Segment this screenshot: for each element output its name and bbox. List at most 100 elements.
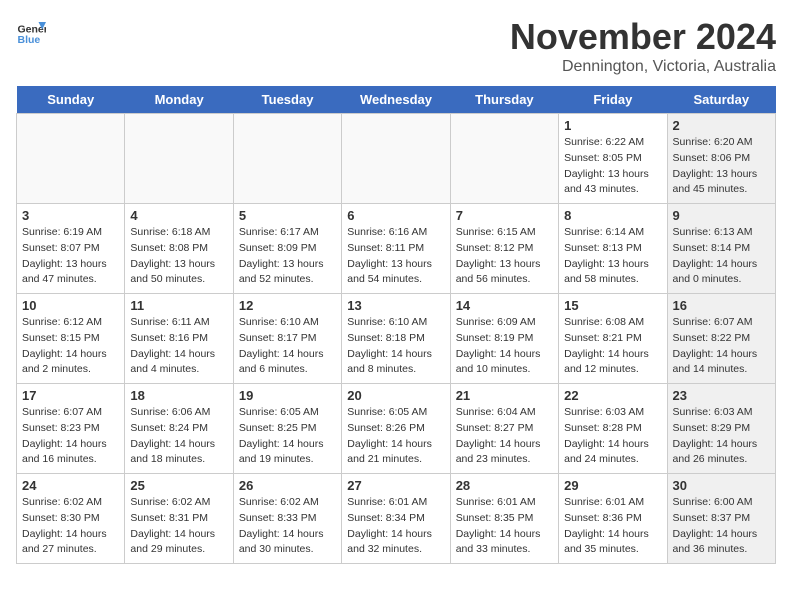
day-number: 13 [347, 298, 444, 313]
calendar-cell: 25 Sunrise: 6:02 AM Sunset: 8:31 PM Dayli… [125, 474, 233, 564]
calendar-table: SundayMondayTuesdayWednesdayThursdayFrid… [16, 86, 776, 564]
calendar-cell: 26Sunrise: 6:02 AM Sunset: 8:33 PM Dayli… [233, 474, 341, 564]
day-number: 8 [564, 208, 661, 223]
weekday-sunday: Sunday [17, 86, 125, 114]
day-number: 10 [22, 298, 119, 313]
day-number: 27 [347, 478, 444, 493]
day-number: 3 [22, 208, 119, 223]
day-info: Sunrise: 6:09 AM Sunset: 8:19 PM Dayligh… [456, 315, 553, 378]
day-info: Sunrise: 6:08 AM Sunset: 8:21 PM Dayligh… [564, 315, 661, 378]
calendar-cell [450, 114, 558, 204]
day-info: Sunrise: 6:02 AM Sunset: 8:33 PM Dayligh… [239, 495, 336, 558]
day-info: Sunrise: 6:14 AM Sunset: 8:13 PM Dayligh… [564, 225, 661, 288]
calendar-week-3: 10 Sunrise: 6:12 AM Sunset: 8:15 PM Dayli… [17, 294, 776, 384]
day-number: 4 [130, 208, 227, 223]
calendar-cell [342, 114, 450, 204]
day-info: Sunrise: 6:06 AM Sunset: 8:24 PM Dayligh… [130, 405, 227, 468]
day-info: Sunrise: 6:04 AM Sunset: 8:27 PM Dayligh… [456, 405, 553, 468]
day-info: Sunrise: 6:10 AM Sunset: 8:17 PM Dayligh… [239, 315, 336, 378]
calendar-cell: 6Sunrise: 6:16 AM Sunset: 8:11 PM Daylig… [342, 204, 450, 294]
day-info: Sunrise: 6:11 AM Sunset: 8:16 PM Dayligh… [130, 315, 227, 378]
weekday-monday: Monday [125, 86, 233, 114]
day-info: Sunrise: 6:01 AM Sunset: 8:35 PM Dayligh… [456, 495, 553, 558]
day-number: 1 [564, 118, 661, 133]
calendar-cell: 5 Sunrise: 6:17 AM Sunset: 8:09 PM Daylig… [233, 204, 341, 294]
day-info: Sunrise: 6:12 AM Sunset: 8:15 PM Dayligh… [22, 315, 119, 378]
weekday-thursday: Thursday [450, 86, 558, 114]
calendar-cell: 19Sunrise: 6:05 AM Sunset: 8:25 PM Dayli… [233, 384, 341, 474]
title-area: November 2024 Dennington, Victoria, Aust… [510, 16, 776, 76]
calendar-cell [125, 114, 233, 204]
logo-icon: General Blue [16, 16, 46, 46]
calendar-cell: 30 Sunrise: 6:00 AM Sunset: 8:37 PM Dayli… [667, 474, 775, 564]
month-title: November 2024 [510, 16, 776, 58]
logo: General Blue [16, 16, 46, 46]
day-number: 9 [673, 208, 770, 223]
day-info: Sunrise: 6:10 AM Sunset: 8:18 PM Dayligh… [347, 315, 444, 378]
day-number: 2 [673, 118, 770, 133]
calendar-cell: 1 Sunrise: 6:22 AM Sunset: 8:05 PM Daylig… [559, 114, 667, 204]
day-info: Sunrise: 6:13 AM Sunset: 8:14 PM Dayligh… [673, 225, 770, 288]
day-info: Sunrise: 6:02 AM Sunset: 8:30 PM Dayligh… [22, 495, 119, 558]
day-info: Sunrise: 6:22 AM Sunset: 8:05 PM Dayligh… [564, 135, 661, 198]
calendar-cell: 13 Sunrise: 6:10 AM Sunset: 8:18 PM Dayli… [342, 294, 450, 384]
day-number: 7 [456, 208, 553, 223]
day-number: 14 [456, 298, 553, 313]
day-number: 18 [130, 388, 227, 403]
calendar-cell: 9 Sunrise: 6:13 AM Sunset: 8:14 PM Daylig… [667, 204, 775, 294]
day-number: 21 [456, 388, 553, 403]
calendar-cell [17, 114, 125, 204]
day-info: Sunrise: 6:02 AM Sunset: 8:31 PM Dayligh… [130, 495, 227, 558]
calendar-cell: 20 Sunrise: 6:05 AM Sunset: 8:26 PM Dayli… [342, 384, 450, 474]
day-number: 5 [239, 208, 336, 223]
svg-text:Blue: Blue [18, 34, 41, 46]
calendar-cell: 17 Sunrise: 6:07 AM Sunset: 8:23 PM Dayli… [17, 384, 125, 474]
calendar-cell: 15 Sunrise: 6:08 AM Sunset: 8:21 PM Dayli… [559, 294, 667, 384]
calendar-cell: 27Sunrise: 6:01 AM Sunset: 8:34 PM Dayli… [342, 474, 450, 564]
day-number: 17 [22, 388, 119, 403]
calendar-cell: 7Sunrise: 6:15 AM Sunset: 8:12 PM Daylig… [450, 204, 558, 294]
day-number: 16 [673, 298, 770, 313]
day-number: 20 [347, 388, 444, 403]
calendar-cell: 28Sunrise: 6:01 AM Sunset: 8:35 PM Dayli… [450, 474, 558, 564]
weekday-wednesday: Wednesday [342, 86, 450, 114]
day-info: Sunrise: 6:07 AM Sunset: 8:22 PM Dayligh… [673, 315, 770, 378]
calendar-week-1: 1 Sunrise: 6:22 AM Sunset: 8:05 PM Daylig… [17, 114, 776, 204]
weekday-saturday: Saturday [667, 86, 775, 114]
day-info: Sunrise: 6:16 AM Sunset: 8:11 PM Dayligh… [347, 225, 444, 288]
calendar-cell: 24Sunrise: 6:02 AM Sunset: 8:30 PM Dayli… [17, 474, 125, 564]
calendar-cell: 23Sunrise: 6:03 AM Sunset: 8:29 PM Dayli… [667, 384, 775, 474]
day-number: 25 [130, 478, 227, 493]
calendar-cell: 22Sunrise: 6:03 AM Sunset: 8:28 PM Dayli… [559, 384, 667, 474]
day-number: 19 [239, 388, 336, 403]
calendar-cell [233, 114, 341, 204]
day-info: Sunrise: 6:20 AM Sunset: 8:06 PM Dayligh… [673, 135, 770, 198]
day-number: 29 [564, 478, 661, 493]
calendar-cell: 4Sunrise: 6:18 AM Sunset: 8:08 PM Daylig… [125, 204, 233, 294]
weekday-tuesday: Tuesday [233, 86, 341, 114]
day-number: 30 [673, 478, 770, 493]
day-info: Sunrise: 6:19 AM Sunset: 8:07 PM Dayligh… [22, 225, 119, 288]
calendar-cell: 2 Sunrise: 6:20 AM Sunset: 8:06 PM Daylig… [667, 114, 775, 204]
calendar-cell: 10 Sunrise: 6:12 AM Sunset: 8:15 PM Dayli… [17, 294, 125, 384]
header: General Blue November 2024 Dennington, V… [16, 16, 776, 76]
calendar-week-2: 3 Sunrise: 6:19 AM Sunset: 8:07 PM Daylig… [17, 204, 776, 294]
calendar-week-5: 24Sunrise: 6:02 AM Sunset: 8:30 PM Dayli… [17, 474, 776, 564]
calendar-cell: 29Sunrise: 6:01 AM Sunset: 8:36 PM Dayli… [559, 474, 667, 564]
weekday-friday: Friday [559, 86, 667, 114]
calendar-body: 1 Sunrise: 6:22 AM Sunset: 8:05 PM Daylig… [17, 114, 776, 564]
day-info: Sunrise: 6:17 AM Sunset: 8:09 PM Dayligh… [239, 225, 336, 288]
weekday-header-row: SundayMondayTuesdayWednesdayThursdayFrid… [17, 86, 776, 114]
day-info: Sunrise: 6:03 AM Sunset: 8:28 PM Dayligh… [564, 405, 661, 468]
calendar-cell: 16 Sunrise: 6:07 AM Sunset: 8:22 PM Dayli… [667, 294, 775, 384]
day-info: Sunrise: 6:05 AM Sunset: 8:26 PM Dayligh… [347, 405, 444, 468]
calendar-cell: 12Sunrise: 6:10 AM Sunset: 8:17 PM Dayli… [233, 294, 341, 384]
day-info: Sunrise: 6:07 AM Sunset: 8:23 PM Dayligh… [22, 405, 119, 468]
calendar-cell: 21 Sunrise: 6:04 AM Sunset: 8:27 PM Dayli… [450, 384, 558, 474]
day-number: 11 [130, 298, 227, 313]
calendar-cell: 14 Sunrise: 6:09 AM Sunset: 8:19 PM Dayli… [450, 294, 558, 384]
calendar-cell: 18 Sunrise: 6:06 AM Sunset: 8:24 PM Dayli… [125, 384, 233, 474]
day-number: 15 [564, 298, 661, 313]
day-info: Sunrise: 6:00 AM Sunset: 8:37 PM Dayligh… [673, 495, 770, 558]
calendar-week-4: 17 Sunrise: 6:07 AM Sunset: 8:23 PM Dayli… [17, 384, 776, 474]
